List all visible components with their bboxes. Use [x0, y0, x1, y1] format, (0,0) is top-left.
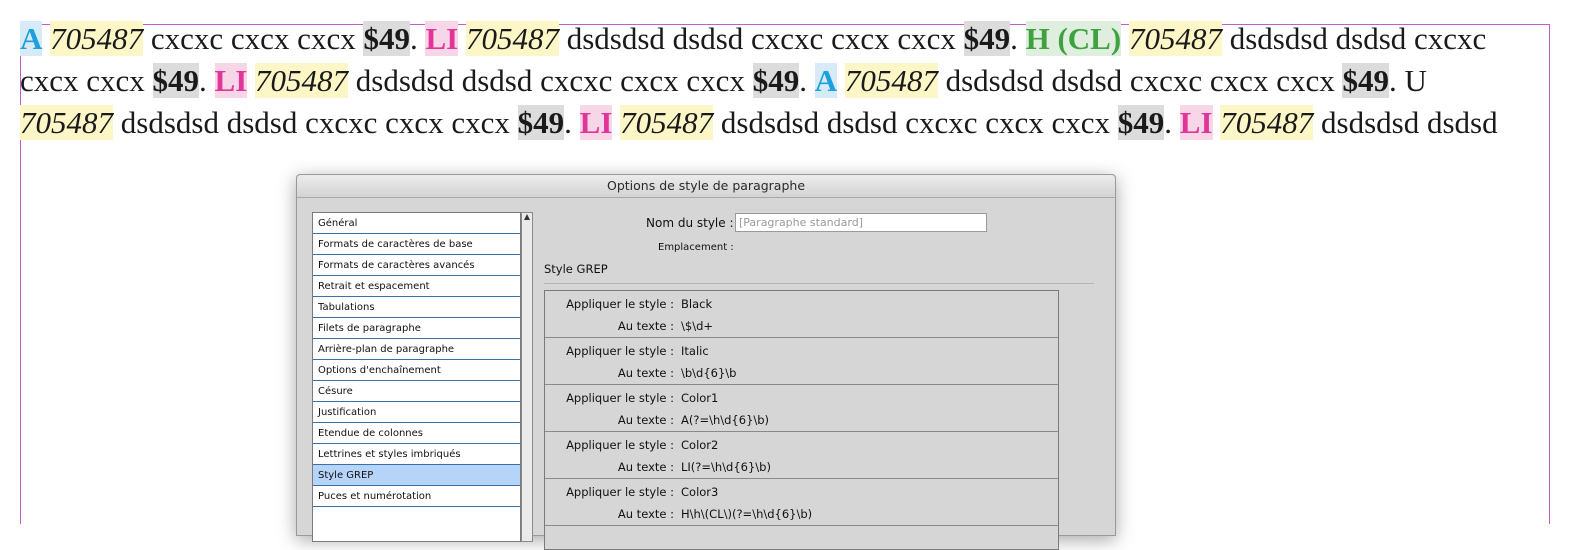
category-item[interactable]: Formats de caractères avancés [313, 255, 520, 276]
apply-style-label: Appliquer le style : [566, 438, 674, 452]
bold-price: $49 [517, 105, 565, 140]
italic-number: 705487 [1220, 105, 1314, 140]
category-item[interactable]: Césure [313, 381, 520, 402]
colored-prefix: LI [425, 21, 459, 56]
bold-price: $49 [1117, 105, 1165, 140]
category-item[interactable]: Filets de paragraphe [313, 318, 520, 339]
category-list[interactable]: Général Formats de caractères de base Form… [312, 212, 521, 542]
text-run: cxcxc cxcx cxcx [143, 21, 364, 56]
colored-prefix: A [20, 21, 43, 56]
grep-rule[interactable]: Appliquer le style : Color3 Au texte : H\h\… [545, 479, 1058, 526]
text-run: . [1164, 105, 1180, 140]
text-run [458, 21, 466, 56]
category-item[interactable]: Justification [313, 402, 520, 423]
colored-prefix: LI [214, 63, 248, 98]
grep-rule[interactable]: Appliquer le style : Color2 Au texte : LI(?… [545, 432, 1058, 479]
document-paragraph[interactable]: A 705487 cxcxc cxcx cxcx $49. LI 705487 … [20, 18, 1520, 144]
bold-price: $49 [752, 63, 800, 98]
text-run [1121, 21, 1129, 56]
category-item[interactable]: Formats de caractères de base [313, 234, 520, 255]
scroll-up-arrow-icon[interactable] [524, 214, 530, 220]
apply-style-label: Appliquer le style : [566, 391, 674, 405]
category-item[interactable]: Retrait et espacement [313, 276, 520, 297]
italic-number: 705487 [620, 105, 714, 140]
grep-expression-value[interactable]: \$\d+ [681, 319, 713, 333]
grep-expression-value[interactable]: A(?=\h\d{6}\b) [681, 413, 769, 427]
grep-expression-value[interactable]: H\h\(CL\)(?=\h\d{6}\b) [681, 507, 812, 521]
italic-number: 705487 [844, 63, 938, 98]
apply-style-label: Appliquer le style : [566, 344, 674, 358]
colored-prefix: LI [1179, 105, 1213, 140]
to-text-label: Au texte : [617, 413, 674, 427]
bold-price: $49 [152, 63, 200, 98]
text-run: . [1010, 21, 1026, 56]
text-run: . [199, 63, 215, 98]
apply-style-label: Appliquer le style : [566, 297, 674, 311]
dialog-title: Options de style de paragraphe [297, 175, 1115, 198]
grep-style-value[interactable]: Color2 [681, 438, 718, 452]
category-item[interactable]: Lettrines et styles imbriqués [313, 444, 520, 465]
location-label: Emplacement : [658, 242, 734, 253]
text-run: . [409, 21, 426, 56]
section-title: Style GREP [544, 262, 608, 276]
category-item[interactable]: Tabulations [313, 297, 520, 318]
to-text-label: Au texte : [617, 507, 674, 521]
bold-price: $49 [363, 21, 410, 56]
grep-style-value[interactable]: Italic [681, 344, 709, 358]
grep-expression-value[interactable]: LI(?=\h\d{6}\b) [681, 460, 771, 474]
grep-style-value[interactable]: Black [681, 297, 712, 311]
category-item[interactable]: Etendue de colonnes [313, 423, 520, 444]
category-scrollbar[interactable] [521, 212, 533, 542]
text-run: . [799, 63, 815, 98]
grep-expression-value[interactable]: \b\d{6}\b [681, 366, 736, 380]
text-run [247, 63, 255, 98]
paragraph-style-options-dialog: Options de style de paragraphe Général Fo… [296, 174, 1116, 550]
style-name-input[interactable]: [Paragraphe standard] [735, 213, 987, 232]
text-run: dsdsdsd dsdsd [1313, 105, 1498, 140]
category-item[interactable]: Arrière-plan de paragraphe [313, 339, 520, 360]
italic-number: 705487 [1128, 21, 1222, 56]
bold-price: $49 [1342, 63, 1389, 98]
colored-prefix: A [814, 63, 838, 98]
style-name-label: Nom du style : [646, 216, 734, 230]
to-text-label: Au texte : [617, 366, 674, 380]
text-run: dsdsdsd dsdsd cxcxc cxcx cxcx [113, 105, 518, 140]
grep-rule[interactable]: Appliquer le style : Color1 Au texte : A(?=… [545, 385, 1058, 432]
italic-number: 705487 [465, 21, 559, 56]
text-run: dsdsdsd dsdsd cxcxc cxcx cxcx [937, 63, 1343, 98]
grep-rule[interactable]: Appliquer le style : Black Au texte : \$\d+ [545, 291, 1058, 338]
text-run: . U [1388, 63, 1427, 98]
apply-style-label: Appliquer le style : [566, 485, 674, 499]
category-item[interactable]: Puces et numérotation [313, 486, 520, 507]
grep-style-value[interactable]: Color1 [681, 391, 718, 405]
category-item[interactable]: Style GREP [313, 465, 520, 486]
section-divider [544, 283, 1094, 284]
italic-number: 705487 [255, 63, 349, 98]
colored-prefix: LI [579, 105, 613, 140]
text-run: dsdsdsd dsdsd cxcxc cxcx cxcx [348, 63, 753, 98]
text-run: . [564, 105, 580, 140]
grep-style-list[interactable]: Appliquer le style : Black Au texte : \$\d+… [544, 290, 1059, 550]
category-item[interactable]: Général [313, 213, 520, 234]
grep-rule[interactable]: Appliquer le style : Italic Au texte : \b\d… [545, 338, 1058, 385]
text-run: dsdsdsd dsdsd cxcxc cxcx cxcx [713, 105, 1118, 140]
grep-style-value[interactable]: Color3 [681, 485, 718, 499]
text-run [837, 63, 845, 98]
bold-price: $49 [963, 21, 1011, 56]
colored-prefix: H (CL) [1025, 21, 1122, 56]
text-run [612, 105, 620, 140]
to-text-label: Au texte : [617, 319, 674, 333]
text-run: dsdsdsd dsdsd cxcxc cxcx cxcx [558, 21, 964, 56]
to-text-label: Au texte : [617, 460, 674, 474]
text-run [42, 21, 50, 56]
italic-number: 705487 [50, 21, 144, 56]
category-item[interactable]: Options d'enchaînement [313, 360, 520, 381]
italic-number: 705487 [20, 105, 113, 140]
